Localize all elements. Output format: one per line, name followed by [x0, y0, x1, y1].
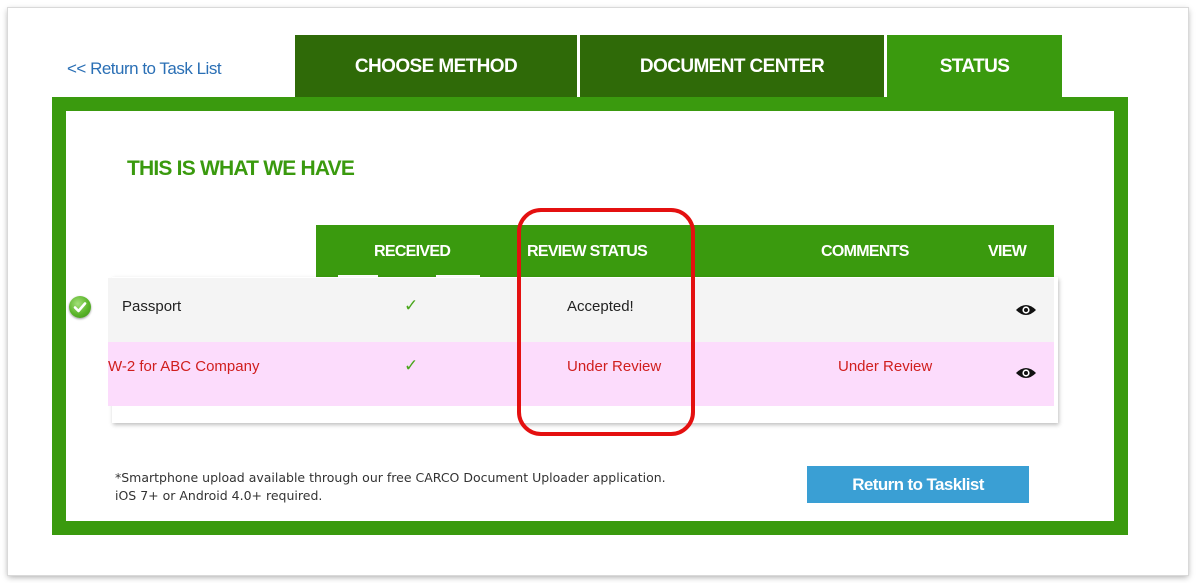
- smartphone-upload-note: *Smartphone upload available through our…: [115, 469, 755, 505]
- eye-icon[interactable]: [1015, 303, 1037, 317]
- tab-label: DOCUMENT CENTER: [639, 56, 825, 77]
- document-name: W-2 for ABC Company: [108, 358, 260, 375]
- tab-choose-method[interactable]: CHOOSE METHOD: [295, 35, 577, 99]
- column-header-view: VIEW: [988, 243, 1027, 260]
- tab-label: STATUS: [939, 56, 1010, 77]
- section-title: THIS IS WHAT WE HAVE: [127, 157, 355, 180]
- return-to-task-list-link[interactable]: << Return to Task List: [67, 59, 222, 79]
- eye-icon[interactable]: [1015, 366, 1037, 380]
- received-check-icon: ✓: [404, 296, 419, 315]
- return-to-tasklist-button[interactable]: Return to Tasklist: [807, 466, 1029, 503]
- check-mark-icon: [73, 302, 87, 313]
- column-header-received: RECEIVED: [374, 243, 451, 260]
- tab-document-center[interactable]: DOCUMENT CENTER: [580, 35, 884, 99]
- tab-label: CHOOSE METHOD: [354, 56, 518, 77]
- note-line: *Smartphone upload available through our…: [115, 470, 666, 485]
- check-circle-icon: [69, 296, 91, 318]
- document-name: Passport: [122, 298, 182, 315]
- tab-status[interactable]: STATUS: [887, 35, 1062, 99]
- received-check-icon: ✓: [404, 356, 419, 375]
- note-line: iOS 7+ or Android 4.0+ required.: [115, 488, 323, 503]
- review-status-highlight: [517, 208, 695, 436]
- comments: Under Review: [838, 358, 933, 375]
- column-header-comments: COMMENTS: [821, 243, 909, 260]
